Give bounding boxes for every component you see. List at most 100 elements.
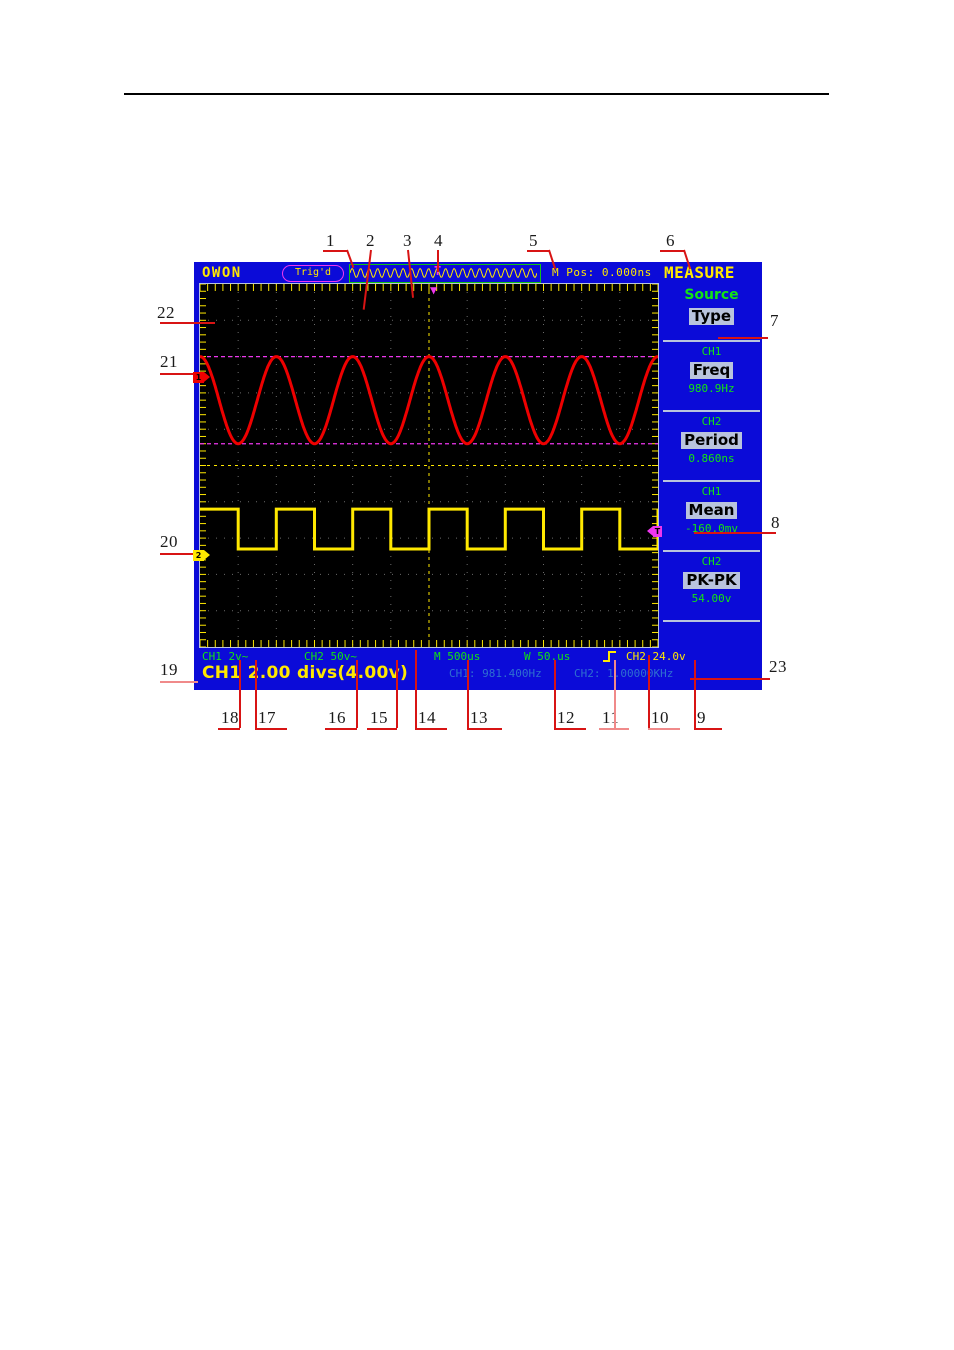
ch1-frequency-readout: CH1: 981.400Hz [449,667,542,680]
callout-20: 20 [160,532,178,551]
menu-item-value: 54.00v [691,592,732,605]
trigger-status-badge[interactable]: Trig'd [282,265,344,282]
ch1-marker-label: 1 [193,372,204,383]
menu-divider [663,620,760,622]
menu-type-button[interactable]: Type [688,308,735,325]
callout-17-leader [255,660,257,728]
menu-item-ch2-period[interactable]: CH2 Period 0.860ns [661,415,762,465]
callout-4-leader [437,250,439,272]
menu-divider [663,480,760,482]
callout-13-leader [467,728,502,730]
callout-17: 17 [258,708,276,727]
callout-22: 22 [157,303,175,322]
waveform-canvas [199,283,660,648]
callout-18: 18 [221,708,239,727]
callout-13-leader [467,660,469,728]
callout-10-leader [648,728,680,730]
callout-23: 23 [769,657,787,676]
callout-15-leader [396,660,398,728]
callout-11-leader [599,728,629,730]
callout-20-leader [160,553,197,555]
callout-9-leader [694,728,722,730]
callout-11-leader [614,660,616,728]
menu-source-label: Source [684,287,739,303]
vertical-divs-readout: CH1 2.00 divs(4.00v) [202,663,409,683]
callout-5: 5 [529,231,538,250]
rising-edge-icon [603,651,616,662]
callout-6: 6 [666,231,675,250]
menu-source-row[interactable]: Source Type [661,287,762,325]
ch2-scale-readout[interactable]: CH2 50v~ [304,650,357,663]
callout-6-leader [660,250,684,252]
trigger-position-marker-icon[interactable]: ▼ [430,283,437,297]
callout-1: 1 [326,231,335,250]
callout-15: 15 [370,708,388,727]
callout-8: 8 [771,513,780,532]
callout-23-leader [690,678,770,680]
menu-item-value: 0.860ns [688,452,735,465]
menu-item-button[interactable]: Freq [689,362,734,379]
ch2-frequency-readout: CH2: 1.00000KHz [574,667,674,680]
ch2-marker-tip-icon [204,550,210,560]
waveform-overview-window[interactable] [349,264,541,283]
menu-divider [663,550,760,552]
callout-7: 7 [770,311,779,330]
callout-21-leader [160,373,197,375]
menu-item-channel: CH1 [701,485,722,498]
page-header-rule [124,93,829,95]
callout-17-leader [255,728,287,730]
menu-divider [663,340,760,342]
menu-item-button[interactable]: Period [681,432,742,449]
callout-12: 12 [557,708,575,727]
callout-7-leader [718,337,768,339]
callout-3: 3 [403,231,412,250]
callout-16-leader [325,728,357,730]
callout-9: 9 [697,708,706,727]
main-timebase-readout[interactable]: M 500us [434,650,480,663]
callout-14-leader [415,728,447,730]
menu-item-button[interactable]: PK-PK [683,572,740,589]
callout-10: 10 [651,708,669,727]
window-timebase-readout[interactable]: W 50.us [524,650,570,663]
top-status-bar: OWON Trig'd T M Pos: 0.000ns MEASURE [194,262,762,283]
trigger-level-label: T [653,526,662,537]
menu-item-ch2-pkpk[interactable]: CH2 PK-PK 54.00v [661,555,762,605]
trigger-source-level-readout[interactable]: CH2 24.0v [626,650,686,663]
ch2-square-trace [200,507,660,551]
callout-5-leader [527,250,549,252]
callout-18-leader [239,660,241,728]
callout-22-leader [160,322,215,324]
callout-19-leader [160,681,198,683]
callout-12-leader [554,728,586,730]
callout-21: 21 [160,352,178,371]
brand-logo: OWON [202,265,242,281]
ch1-scale-readout[interactable]: CH1 2v~ [202,650,248,663]
callout-18-leader [218,728,240,730]
menu-item-button[interactable]: Mean [685,502,738,519]
horizontal-position-readout: M Pos: 0.000ns [552,266,652,279]
oscilloscope-screen: OWON Trig'd T M Pos: 0.000ns MEASURE ▼ 1 [193,262,762,690]
callout-14-leader [415,650,417,728]
callout-13: 13 [470,708,488,727]
mode-title: MEASURE [664,263,735,282]
callout-9-leader [694,660,696,728]
grid-lines [199,283,659,648]
callout-12-leader [554,660,556,728]
callout-16-leader [356,660,358,728]
graticule-area[interactable] [199,283,660,648]
callout-16: 16 [328,708,346,727]
menu-item-ch1-mean[interactable]: CH1 Mean -160.0mv [661,485,762,535]
menu-item-channel: CH2 [701,415,722,428]
callout-8-leader [694,532,776,534]
callout-19: 19 [160,660,178,679]
menu-item-channel: CH2 [701,555,722,568]
ch2-marker-label: 2 [193,550,204,561]
callout-14: 14 [418,708,436,727]
callout-11: 11 [602,708,620,727]
menu-divider [663,410,760,412]
menu-item-channel: CH1 [701,345,722,358]
callout-2: 2 [366,231,375,250]
menu-item-ch1-freq[interactable]: CH1 Freq 980.9Hz [661,345,762,395]
callout-15-leader [367,728,397,730]
trigger-status-label: Trig'd [294,267,332,278]
